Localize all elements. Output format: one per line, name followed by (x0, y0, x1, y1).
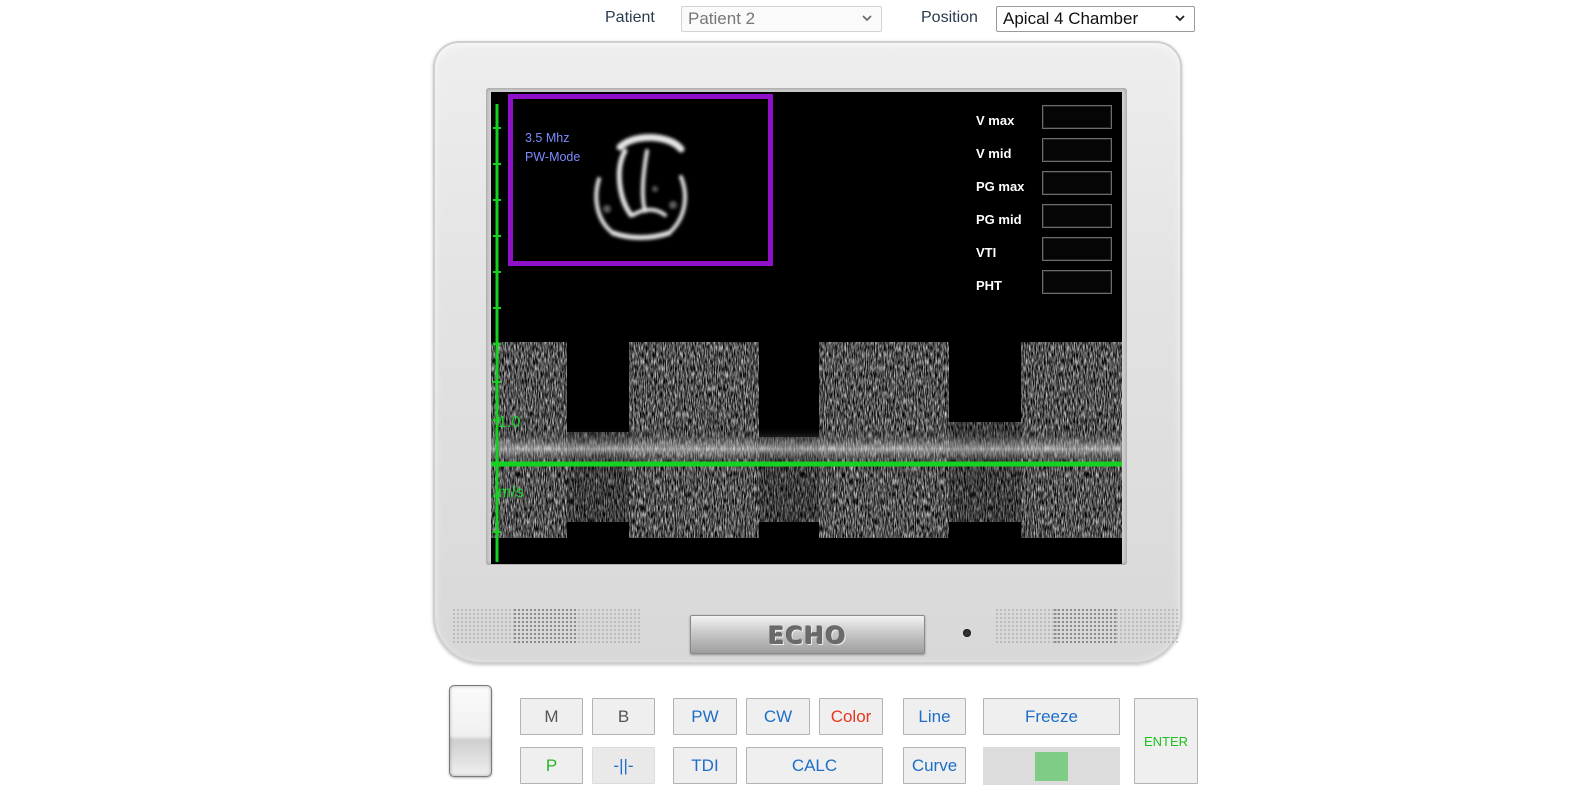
speaker-grille (995, 608, 1059, 644)
device-logo: ECHO (690, 615, 925, 654)
speaker-grille (1115, 608, 1179, 644)
tdi-button[interactable]: TDI (673, 747, 737, 784)
measurement-row: V max (976, 105, 1112, 138)
power-led (963, 629, 971, 637)
measurement-label: V mid (976, 146, 1012, 161)
measurement-value-box (1042, 237, 1112, 261)
ultrasound-screen: 1.0 m/s 3.5 Mhz PW-Mode V max V mid PG m… (491, 92, 1122, 564)
measurement-row: VTI (976, 237, 1112, 270)
cine-slider-thumb[interactable] (1035, 752, 1068, 781)
chevron-down-icon (862, 15, 872, 22)
split-button[interactable]: -||- (592, 747, 655, 784)
measurement-value-box (1042, 171, 1112, 195)
scale-unit: m/s (498, 484, 524, 501)
enter-button[interactable]: ENTER (1134, 698, 1198, 784)
position-select[interactable]: Apical 4 Chamber (996, 6, 1195, 32)
line-button[interactable]: Line (903, 698, 966, 735)
position-label: Position (921, 9, 978, 26)
freeze-button[interactable]: Freeze (983, 698, 1120, 735)
scale-value: 1.0 (498, 414, 521, 431)
speaker-grille (577, 608, 641, 644)
cw-button[interactable]: CW (746, 698, 810, 735)
measurement-label: V max (976, 113, 1015, 128)
m-mode-button[interactable]: M (520, 698, 583, 735)
speaker-grille (513, 608, 577, 644)
measurement-row: PG max (976, 171, 1112, 204)
color-button[interactable]: Color (819, 698, 883, 735)
position-select-value: Apical 4 Chamber (1003, 9, 1139, 28)
measurement-row: V mid (976, 138, 1112, 171)
measurement-value-box (1042, 105, 1112, 129)
pw-button[interactable]: PW (673, 698, 737, 735)
calc-button[interactable]: CALC (746, 747, 883, 784)
measurement-value-box (1042, 138, 1112, 162)
measurement-label: PHT (976, 278, 1002, 293)
measurement-value-box (1042, 270, 1112, 294)
speaker-grille (1053, 608, 1117, 644)
measurement-label: PG mid (976, 212, 1022, 227)
spectrum-blocks (491, 342, 1122, 538)
patient-label: Patient (605, 9, 655, 26)
b-mode-preview: 3.5 Mhz PW-Mode (508, 94, 773, 266)
b-mode-button[interactable]: B (592, 698, 655, 735)
patient-select[interactable]: Patient 2 (681, 6, 882, 32)
measurement-label: VTI (976, 245, 997, 260)
measurement-label: PG max (976, 179, 1025, 194)
mode-label: PW-Mode (525, 150, 581, 164)
logo-text: ECHO (768, 622, 847, 650)
measurement-row: PG mid (976, 204, 1112, 237)
measurement-value-box (1042, 204, 1112, 228)
heart-image (594, 133, 687, 240)
measurement-panel: V max V mid PG max PG mid VTI PHT (976, 105, 1112, 303)
patient-select-value: Patient 2 (688, 9, 756, 28)
p-button[interactable]: P (520, 747, 583, 784)
curve-button[interactable]: Curve (903, 747, 966, 784)
measurement-row: PHT (976, 270, 1112, 303)
speaker-grille (452, 608, 516, 644)
chevron-down-icon (1175, 15, 1185, 22)
probe-handle[interactable] (449, 685, 492, 777)
frequency-label: 3.5 Mhz (525, 131, 570, 145)
